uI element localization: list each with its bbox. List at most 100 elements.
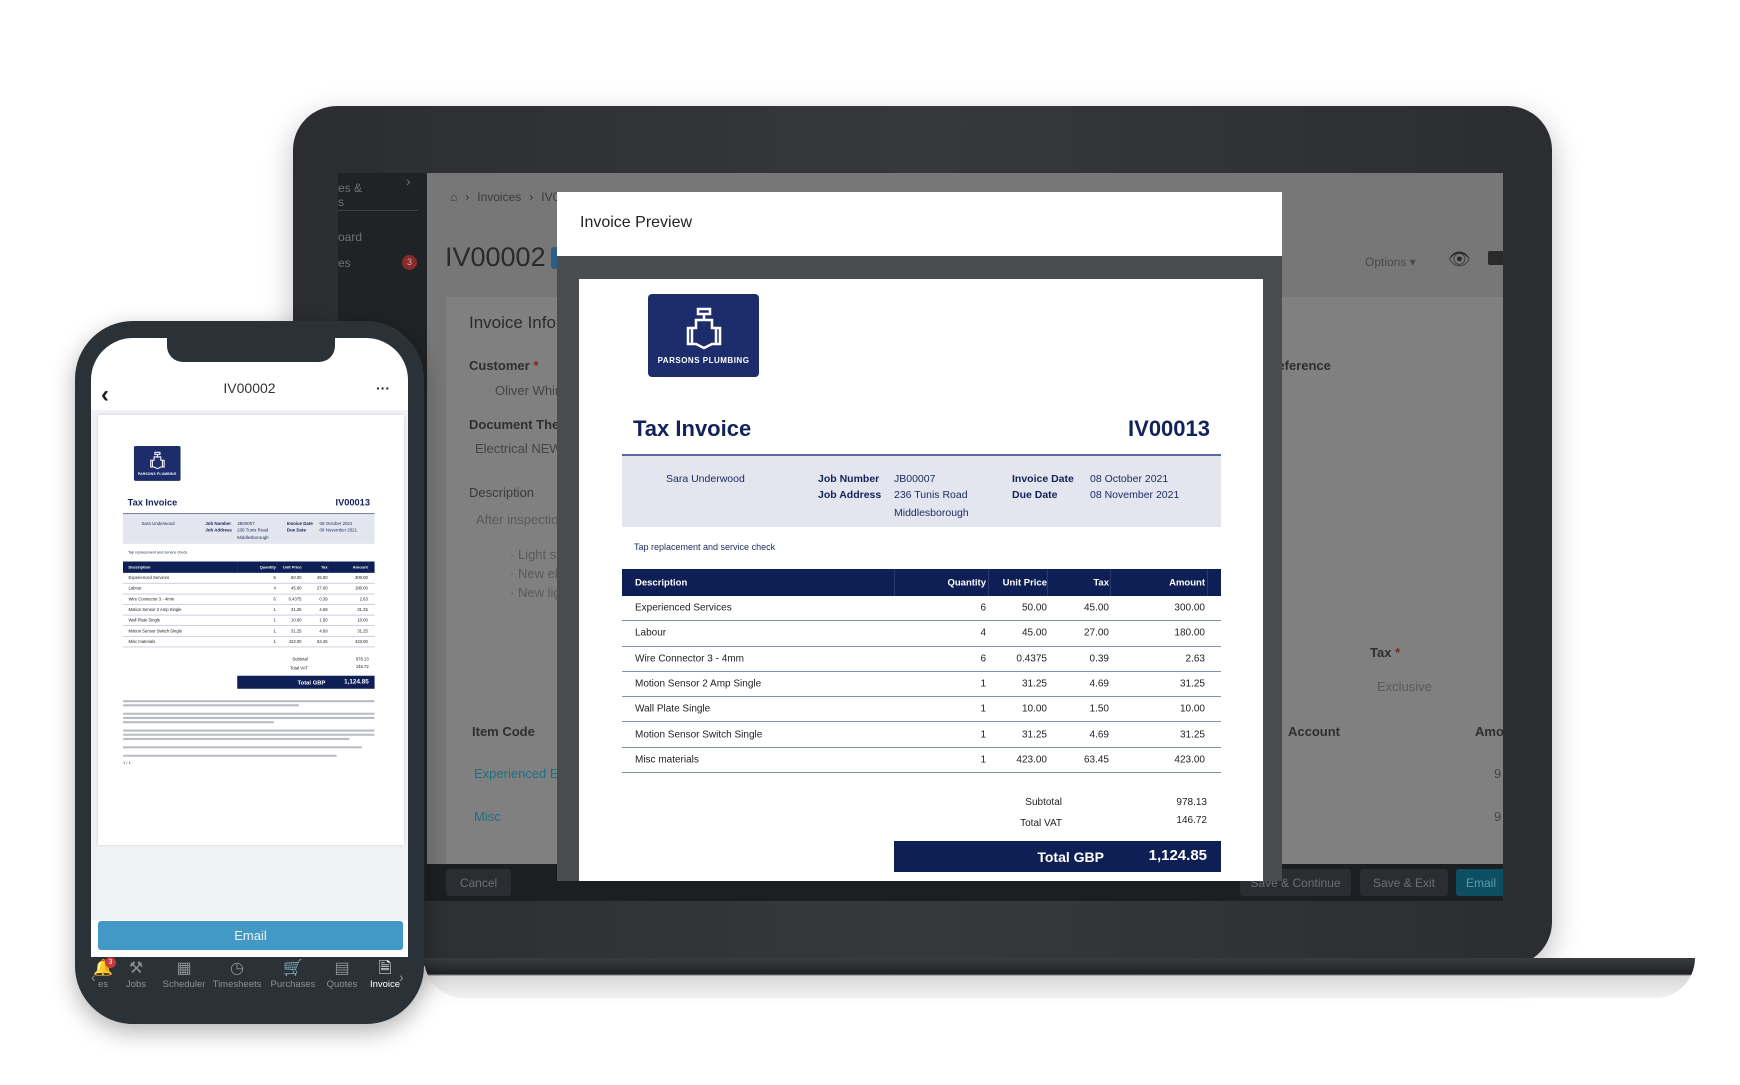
cell-tax: 27.00 [317,586,328,591]
subtotal-value: 978.13 [1176,797,1207,808]
col-item-code: Item Code [472,724,535,739]
cell-description: Experienced Services [128,575,170,581]
cell-unit-price: 31.25 [290,607,302,613]
cell-amount: 31.25 [357,628,368,634]
cell-amount: 423.00 [355,639,368,645]
cell-amount: 10.00 [357,618,368,623]
cell-amount: 31.25 [1179,729,1205,741]
table-row: Labour 4 45.00 27.00 180.00 [622,621,1221,647]
invoice: PARSONS PLUMBING Tax Invoice IV00013 Sar… [123,446,375,757]
home-icon[interactable]: ⌂ [450,190,457,204]
job-address-label: Job Address [818,489,882,501]
line-amount: 9 [1494,809,1502,824]
cell-unit-price: 31.25 [1021,729,1047,741]
email-button[interactable]: Email [1456,869,1503,896]
cell-amount: 423.00 [1174,754,1205,766]
cell-unit-price: 45.00 [1021,627,1047,639]
nav-item-purchases[interactable]: 🛒 Purchases [265,959,321,990]
description-label: Description [469,485,535,500]
due-date-label: Due Date [1012,489,1058,501]
cell-quantity: 1 [273,628,276,634]
eye-icon[interactable]: 👁 [1448,249,1471,270]
cell-amount: 300.00 [1174,602,1205,614]
cell-description: Experienced Services [635,602,732,614]
company-logo: PARSONS PLUMBING [133,446,181,481]
table-row: Experienced Services 6 50.00 45.00 300.00 [123,573,375,584]
description-field[interactable]: After inspection [476,512,566,527]
cell-description: Motion Sensor 2 Amp Single [128,607,182,613]
chevron-right-icon[interactable]: › [406,173,411,189]
nav-item-invoice[interactable]: 🗎 Invoice [357,959,413,990]
cell-unit-price: 50.00 [290,575,302,581]
nav-label: Invoice [369,979,401,990]
table-row: Wall Plate Single 1 10.00 1.50 10.00 [123,615,375,626]
vat-value: 146.72 [355,664,369,670]
job-number: JB00007 [237,521,255,527]
tax-select[interactable]: Exclusive [1377,679,1432,694]
invoice-number: IV00013 [1128,416,1210,441]
cell-quantity: 6 [980,653,986,665]
cell-tax: 1.50 [319,618,328,623]
phone-email-button[interactable]: Email [98,921,403,950]
cell-tax: 4.69 [319,607,328,613]
job-number-label: Job Number [818,473,880,485]
cancel-button[interactable]: Cancel [446,869,511,896]
cell-description: Labour [635,627,667,639]
invoice-preview-modal: Invoice Preview PARSONS PLUMBING Tax Inv… [557,192,1282,881]
col-quantity: Quantity [947,577,986,588]
valve-icon [149,451,165,470]
invoice-info-box: Sara Underwood Job Number JB00007 Job Ad… [123,513,375,544]
cell-quantity: 4 [980,627,986,639]
company-logo: PARSONS PLUMBING [648,294,759,377]
invoice-title: Tax Invoice [633,416,752,441]
save-exit-button[interactable]: Save & Exit [1360,869,1448,896]
cell-description: Motion Sensor Switch Single [635,729,763,741]
sidebar-item-dashboard[interactable]: oard [338,230,362,244]
cell-tax: 4.69 [1089,678,1109,690]
nav-item-timesheets[interactable]: ◷ Timesheets [209,959,265,990]
cell-quantity: 1 [273,618,276,623]
table-row: Motion Sensor Switch Single 1 31.25 4.69 31.… [622,723,1221,748]
total-value: 1,124.85 [344,678,369,686]
invoice-number: IV00013 [335,497,370,508]
cell-unit-price: 0.4375 [1016,653,1047,665]
cell-amount: 10.00 [1179,703,1205,715]
cell-unit-price: 50.00 [1021,602,1047,614]
total-box: Total GBP 1,124.85 [237,675,375,689]
nav-label: Scheduler [162,979,206,990]
options-dropdown[interactable]: Options ▾ [1365,255,1416,269]
cell-tax: 0.39 [1089,653,1109,665]
line-item-link[interactable]: Misc [474,809,501,824]
phone-content: PARSONS PLUMBING Tax Invoice IV00013 Sar… [91,410,408,920]
cell-unit-price: 45.00 [290,586,302,591]
nav-item-scheduler[interactable]: ▦ Scheduler [156,959,212,990]
cell-quantity: 4 [273,586,276,591]
breadcrumb-invoices[interactable]: Invoices [477,190,521,204]
notification-badge: 3 [402,255,417,270]
invoice-date-label: Invoice Date [286,521,313,527]
vat-value: 146.72 [1176,815,1207,826]
cell-amount: 180.00 [355,586,368,591]
modal-header: Invoice Preview [557,192,1282,256]
job-address-line1: 236 Tunis Road [894,489,968,501]
cell-amount: 300.00 [355,575,368,581]
sidebar-item-partial-2[interactable]: es [338,256,351,270]
invoice-info-box: Sara Underwood Job Number JB00007 Job Ad… [622,454,1221,527]
subtotal-value: 978.13 [355,657,369,662]
job-number-label: Job Number [205,521,232,527]
nav-label: Timesheets [212,979,262,990]
section-title: Invoice Info [469,313,556,332]
job-address-line2: Middlesborough [237,535,269,541]
job-address-label: Job Address [205,527,232,533]
terms-text [123,700,375,759]
table-row: Misc materials 1 423.00 63.45 423.00 [622,748,1221,774]
col-description: Description [635,577,688,588]
printer-icon[interactable] [1488,251,1503,265]
more-icon[interactable]: ··· [376,380,390,396]
table-row: Motion Sensor Switch Single 1 31.25 4.69 31.… [123,626,375,637]
total-value: 1,124.85 [1148,847,1207,864]
sidebar-item-partial[interactable]: es & s [338,181,362,209]
col-unit-price: Unit Price [1002,577,1047,588]
cell-quantity: 1 [980,754,986,766]
cell-quantity: 1 [273,607,276,613]
